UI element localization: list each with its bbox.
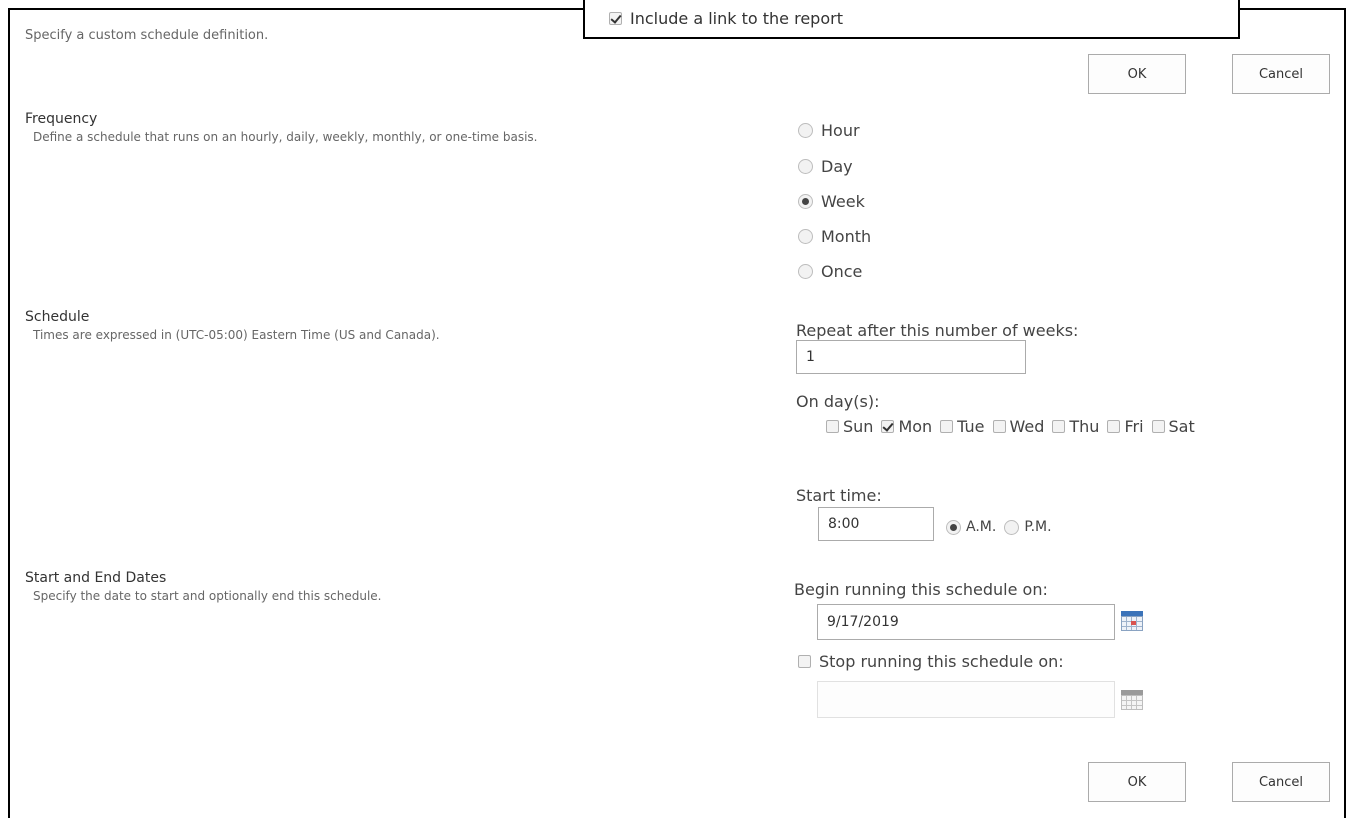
radio-day[interactable]: [798, 159, 813, 174]
stop-date-row[interactable]: Stop running this schedule on:: [798, 652, 1064, 671]
cancel-button-bottom[interactable]: Cancel: [1232, 762, 1330, 802]
schedule-title: Schedule: [25, 309, 90, 325]
checkbox-sat[interactable]: [1151, 420, 1165, 433]
repeat-weeks-input[interactable]: 1: [796, 340, 1026, 374]
day-mon[interactable]: Mon: [881, 417, 932, 436]
day-thu[interactable]: Thu: [1052, 417, 1099, 436]
ok-button-top[interactable]: OK: [1088, 54, 1186, 94]
repeat-weeks-label: Repeat after this number of weeks:: [796, 321, 1079, 340]
day-wed-label: Wed: [1009, 417, 1045, 436]
dates-description: Specify the date to start and optionally…: [33, 589, 382, 603]
day-sun-label: Sun: [843, 417, 874, 436]
stop-date-label: Stop running this schedule on:: [819, 652, 1064, 671]
include-link-row[interactable]: Include a link to the report: [609, 9, 843, 28]
checkbox-sun[interactable]: [826, 420, 839, 433]
start-time-input[interactable]: 8:00: [818, 507, 934, 541]
stop-date-input[interactable]: [817, 681, 1115, 718]
checkbox-mon[interactable]: [881, 420, 895, 433]
day-mon-label: Mon: [898, 417, 933, 436]
frequency-title: Frequency: [25, 111, 98, 127]
frequency-section-header: Frequency Define a schedule that runs on…: [25, 111, 538, 144]
radio-once[interactable]: [798, 264, 813, 279]
radio-week-label: Week: [821, 192, 865, 211]
frequency-option-day[interactable]: Day: [798, 157, 853, 176]
am-label: A.M.: [966, 519, 997, 535]
radio-am[interactable]: [946, 519, 961, 535]
dates-title: Start and End Dates: [25, 570, 167, 586]
include-link-panel: Include a link to the report: [583, 0, 1240, 39]
cancel-button-top[interactable]: Cancel: [1232, 54, 1330, 94]
schedule-section-header: Schedule Times are expressed in (UTC-05:…: [25, 309, 440, 342]
include-link-checkbox[interactable]: [609, 12, 622, 25]
radio-month-label: Month: [821, 227, 872, 246]
day-sat-label: Sat: [1168, 417, 1195, 436]
checkbox-tue[interactable]: [940, 420, 954, 433]
intro-text: Specify a custom schedule definition.: [25, 28, 269, 43]
pm-label: P.M.: [1024, 519, 1052, 535]
day-sun[interactable]: Sun: [826, 417, 873, 436]
radio-once-label: Once: [821, 262, 863, 281]
radio-day-label: Day: [821, 157, 853, 176]
checkbox-wed[interactable]: [992, 420, 1006, 433]
begin-date-label: Begin running this schedule on:: [794, 580, 1048, 599]
start-time-label: Start time:: [796, 486, 882, 505]
calendar-icon-disabled: [1121, 690, 1143, 710]
stop-date-checkbox[interactable]: [798, 655, 811, 668]
day-thu-label: Thu: [1069, 417, 1100, 436]
day-tue[interactable]: Tue: [940, 417, 985, 436]
radio-week[interactable]: [798, 194, 813, 209]
day-fri-label: Fri: [1124, 417, 1144, 436]
day-tue-label: Tue: [957, 417, 985, 436]
frequency-option-hour[interactable]: Hour: [798, 121, 860, 140]
checkbox-thu[interactable]: [1052, 420, 1066, 433]
day-fri[interactable]: Fri: [1107, 417, 1144, 436]
radio-hour-label: Hour: [821, 121, 860, 140]
radio-month[interactable]: [798, 229, 813, 244]
frequency-description: Define a schedule that runs on an hourly…: [33, 130, 538, 144]
day-wed[interactable]: Wed: [992, 417, 1045, 436]
ampm-group: A.M. P.M.: [946, 519, 1052, 535]
calendar-icon[interactable]: [1121, 611, 1143, 631]
frequency-option-week[interactable]: Week: [798, 192, 865, 211]
include-link-label: Include a link to the report: [630, 9, 843, 28]
days-checkbox-group: Sun Mon Tue Wed Thu Fri Sat: [826, 417, 1203, 436]
on-days-label: On day(s):: [796, 392, 880, 411]
dates-section-header: Start and End Dates Specify the date to …: [25, 570, 381, 603]
frequency-option-once[interactable]: Once: [798, 262, 862, 281]
schedule-description: Times are expressed in (UTC-05:00) Easte…: [33, 328, 440, 342]
radio-hour[interactable]: [798, 123, 813, 138]
radio-pm[interactable]: [1004, 519, 1020, 535]
day-sat[interactable]: Sat: [1151, 417, 1195, 436]
frequency-option-month[interactable]: Month: [798, 227, 871, 246]
ok-button-bottom[interactable]: OK: [1088, 762, 1186, 802]
checkbox-fri[interactable]: [1107, 420, 1121, 433]
begin-date-input[interactable]: 9/17/2019: [817, 604, 1115, 640]
